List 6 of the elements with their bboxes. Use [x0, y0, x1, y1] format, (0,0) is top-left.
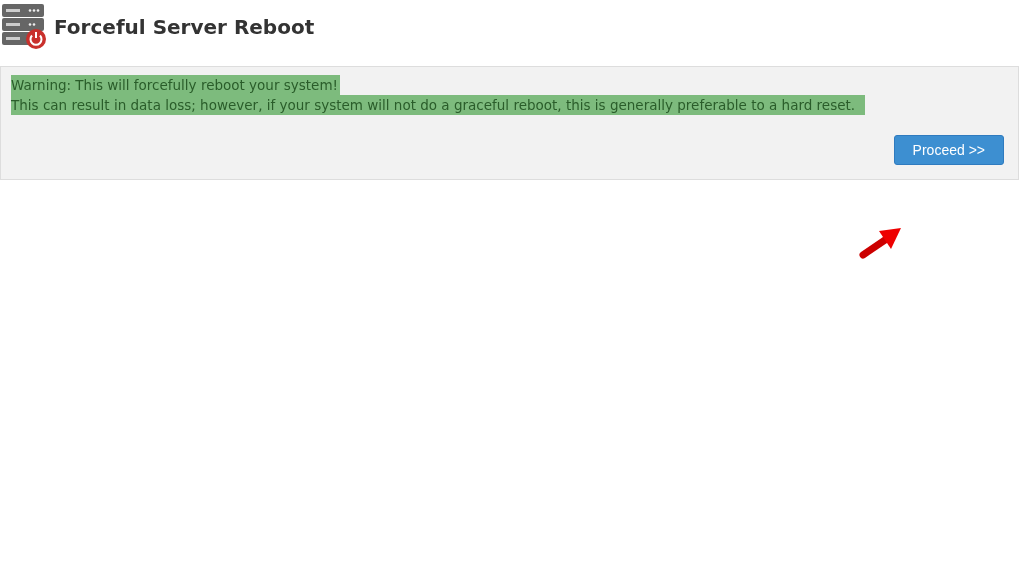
- server-reboot-icon: [2, 4, 46, 49]
- proceed-button[interactable]: Proceed >>: [893, 135, 1004, 165]
- warning-heading: Warning: This will forcefully reboot your system!: [11, 75, 340, 95]
- warning-details: This can result in data loss; however, if your system will not do a graceful reboot, this is generally preferable to a hard reset.: [11, 95, 866, 115]
- page-title: Forceful Server Reboot: [54, 14, 315, 39]
- annotation-arrow: [859, 228, 901, 259]
